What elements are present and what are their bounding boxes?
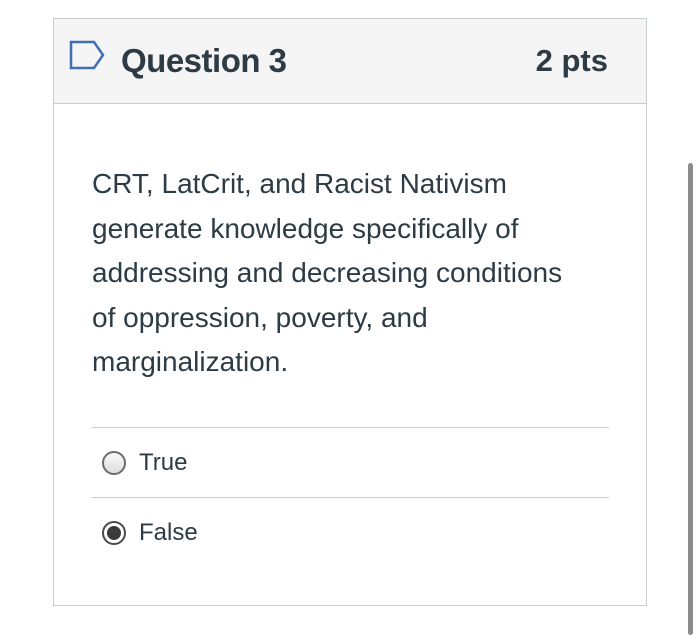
answer-option-false[interactable]: False xyxy=(92,497,609,567)
answer-list: True False xyxy=(92,427,609,567)
scrollbar[interactable] xyxy=(688,163,693,635)
flag-question-icon[interactable] xyxy=(69,40,105,70)
answer-label-false[interactable]: False xyxy=(139,516,198,550)
question-title: Question 3 xyxy=(121,42,287,79)
radio-false[interactable] xyxy=(102,521,126,545)
question-text: CRT, LatCrit, and Racist Nativism genera… xyxy=(92,168,563,377)
answer-label-true[interactable]: True xyxy=(139,446,187,480)
question-points: 2 pts xyxy=(535,43,608,78)
question-card: Question 3 2 pts CRT, LatCrit, and Racis… xyxy=(53,18,647,606)
answer-option-true[interactable]: True xyxy=(92,427,609,497)
question-header: Question 3 2 pts xyxy=(54,19,646,104)
radio-true[interactable] xyxy=(102,451,126,475)
